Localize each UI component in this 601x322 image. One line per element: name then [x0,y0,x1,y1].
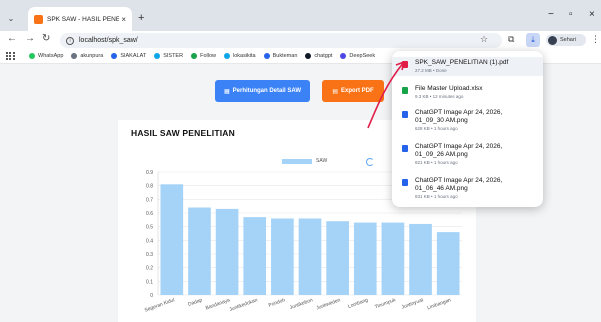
bookmark-label: WhatsApp [38,53,64,59]
puzzle-icon[interactable]: ⧉ [508,34,514,45]
download-meta: 821 KB • 1 hours ago [415,160,458,165]
bookmark-favicon-icon [191,53,198,59]
info-icon[interactable]: i [66,36,74,45]
loading-spinner-icon [366,158,374,166]
bookmark-label: SISTER [163,53,184,59]
chart-legend[interactable]: SAW [282,158,327,164]
download-meta: 9.3 KB • 12 minutes ago [415,94,464,99]
downloads-panel: SPK_SAW_PENELITIAN (1).pdf 27.2 MB • Done… [392,51,543,207]
bookmark-label: lokasikita [232,53,256,59]
legend-label: SAW [316,158,328,164]
download-item[interactable]: ChatGPT Image Apr 24, 2026, 01_09_26 AM.… [392,141,543,168]
excel-icon [402,87,408,94]
bookmark-label: Bukteman [272,53,298,59]
bookmark-favicon-icon [305,53,312,59]
bookmark-item[interactable]: WhatsApp [29,53,63,59]
apps-grid-icon[interactable] [6,51,15,61]
download-icon[interactable]: ⤓ [526,33,540,47]
window-close-icon[interactable]: × [589,9,595,20]
close-icon[interactable]: × [121,15,126,24]
bookmark-favicon-icon [263,53,270,59]
table-icon: ▦ [223,88,230,95]
chevron-down-icon[interactable]: ⌄ [4,11,18,25]
detail-saw-button[interactable]: ▦ Perhitungan Detail SAW [215,80,310,102]
download-meta: 628 KB • 1 hours ago [415,126,458,131]
bookmark-item[interactable]: DeepSeek [340,53,375,59]
bookmark-favicon-icon [340,53,347,59]
download-filename: File Master Upload.xlsx [415,85,483,92]
bookmark-label: DeepSeek [349,53,376,59]
image-icon [402,111,408,118]
browser-tab[interactable]: SPK SAW - HASIL PENELITIAN × [28,7,132,31]
bookmark-item[interactable]: lokasikita [223,53,256,59]
minimize-icon[interactable]: − [548,9,554,20]
bookmark-item[interactable]: SISTER [154,53,183,59]
profile-button[interactable]: Sehari [546,34,586,46]
download-item[interactable]: SPK_SAW_PENELITIAN (1).pdf 27.2 MB • Done [392,57,543,76]
tab-title: SPK SAW - HASIL PENELITIAN [47,15,120,23]
browser-titlebar: ⌄ SPK SAW - HASIL PENELITIAN × + − ▫ × [0,0,601,33]
download-filename: SPK_SAW_PENELITIAN (1).pdf [415,59,509,66]
bookmark-item[interactable]: Bukteman [263,53,298,59]
restore-icon[interactable]: ▫ [569,9,573,20]
new-tab-button[interactable]: + [138,12,144,24]
bookmark-favicon-icon [111,53,118,59]
download-filename: ChatGPT Image Apr 24, 2026, 01_06_46 AM.… [415,177,503,192]
bookmark-item[interactable]: akunpura [71,53,103,59]
menu-dots-icon[interactable]: ⋮ [591,34,600,45]
download-item[interactable]: File Master Upload.xlsx 9.3 KB • 12 minut… [392,83,543,102]
image-icon [402,145,408,152]
back-arrow-icon[interactable]: ← [7,33,17,44]
url-text[interactable]: localhost/spk_saw/ [79,37,138,44]
pdf-icon [402,61,408,68]
forward-arrow-icon[interactable]: → [25,33,35,44]
file-pdf-icon: ▤ [332,88,338,95]
bookmark-item[interactable]: Follow [191,53,216,59]
download-filename: ChatGPT Image Apr 24, 2026, 01_09_26 AM.… [415,143,503,158]
avatar [548,35,557,45]
bookmark-label: Follow [200,53,216,59]
download-meta: 831 KB • 1 hours ago [415,194,458,199]
bookmark-favicon-icon [29,53,35,59]
card-title: HASIL SAW PENELITIAN [131,128,235,138]
download-item[interactable]: ChatGPT Image Apr 24, 2026, 01_06_46 AM.… [392,175,543,202]
bookmark-item[interactable]: chatgpt [305,53,332,59]
download-item[interactable]: ChatGPT Image Apr 24, 2026, 01_09_30 AM.… [392,107,543,134]
legend-swatch [282,158,312,164]
star-icon[interactable]: ☆ [480,34,488,45]
image-icon [402,179,408,186]
browser-toolbar: ← → ↻ i localhost/spk_saw/ ☆ ⧉ ⤓ Sehari … [0,31,601,49]
bookmark-favicon-icon [223,53,230,59]
bookmark-favicon-icon [71,53,78,59]
download-meta: 27.2 MB • Done [415,68,447,73]
profile-name: Sehari [560,37,576,43]
bookmark-item[interactable]: SIAKALAT [111,53,146,59]
bookmark-label: SIAKALAT [120,53,147,59]
bookmark-label: chatgpt [314,53,333,59]
export-pdf-button[interactable]: ▤ Export PDF [322,80,384,102]
address-bar[interactable]: i localhost/spk_saw/ [60,33,502,48]
detail-saw-label: Perhitungan Detail SAW [232,88,301,94]
bookmark-label: akunpura [80,53,104,59]
export-pdf-label: Export PDF [341,88,374,94]
site-favicon-icon [34,14,43,24]
download-filename: ChatGPT Image Apr 24, 2026, 01_09_30 AM.… [415,109,503,124]
bookmark-favicon-icon [154,53,161,59]
reload-icon[interactable]: ↻ [42,33,50,44]
